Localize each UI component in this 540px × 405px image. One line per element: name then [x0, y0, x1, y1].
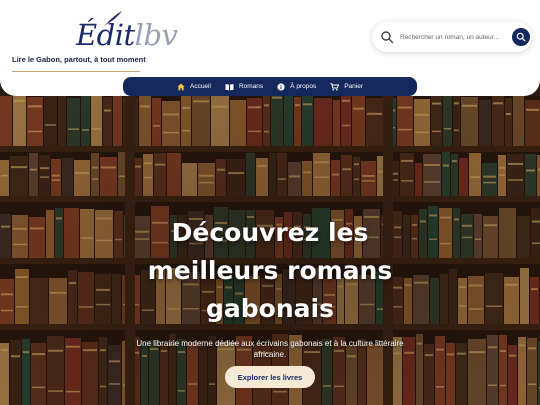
search-icon: [381, 31, 394, 44]
nav-label: Panier: [344, 83, 363, 90]
hero-banner: Découvrez les meilleurs romans gabonais …: [0, 96, 540, 405]
cart-icon: [330, 82, 340, 91]
quill-icon: [104, 11, 122, 26]
search-submit-icon: [516, 32, 526, 42]
brand-logo[interactable]: Éditlbv: [36, 8, 178, 52]
explore-books-button[interactable]: Explorer les livres: [225, 366, 315, 388]
search-bar: [372, 22, 532, 52]
nav-item-romans[interactable]: Romans: [225, 83, 263, 91]
hero-subtitle: Une librairie moderne dédiée aux écrivai…: [136, 339, 404, 359]
nav-label: Accueil: [189, 83, 211, 90]
logo-wordmark: Éditlbv: [76, 18, 178, 52]
nav-label: À propos: [290, 83, 317, 90]
home-icon: [177, 83, 185, 90]
nav-item-a-propos[interactable]: À propos: [277, 82, 317, 91]
site-tagline: Lire le Gabon, partout, à tout moment: [12, 55, 146, 64]
search-submit-button[interactable]: [512, 28, 530, 46]
nav-item-panier[interactable]: Panier: [330, 82, 363, 91]
nav-item-accueil[interactable]: Accueil: [177, 83, 211, 91]
tagline-divider: [12, 71, 140, 72]
search-input[interactable]: [400, 30, 510, 44]
book-icon: [225, 83, 234, 90]
hero-title: Découvrez les meilleurs romans gabonais: [147, 218, 393, 323]
main-nav: Accueil Romans À propos Panier: [123, 77, 417, 96]
nav-label: Romans: [238, 83, 264, 90]
info-icon: [277, 82, 285, 91]
